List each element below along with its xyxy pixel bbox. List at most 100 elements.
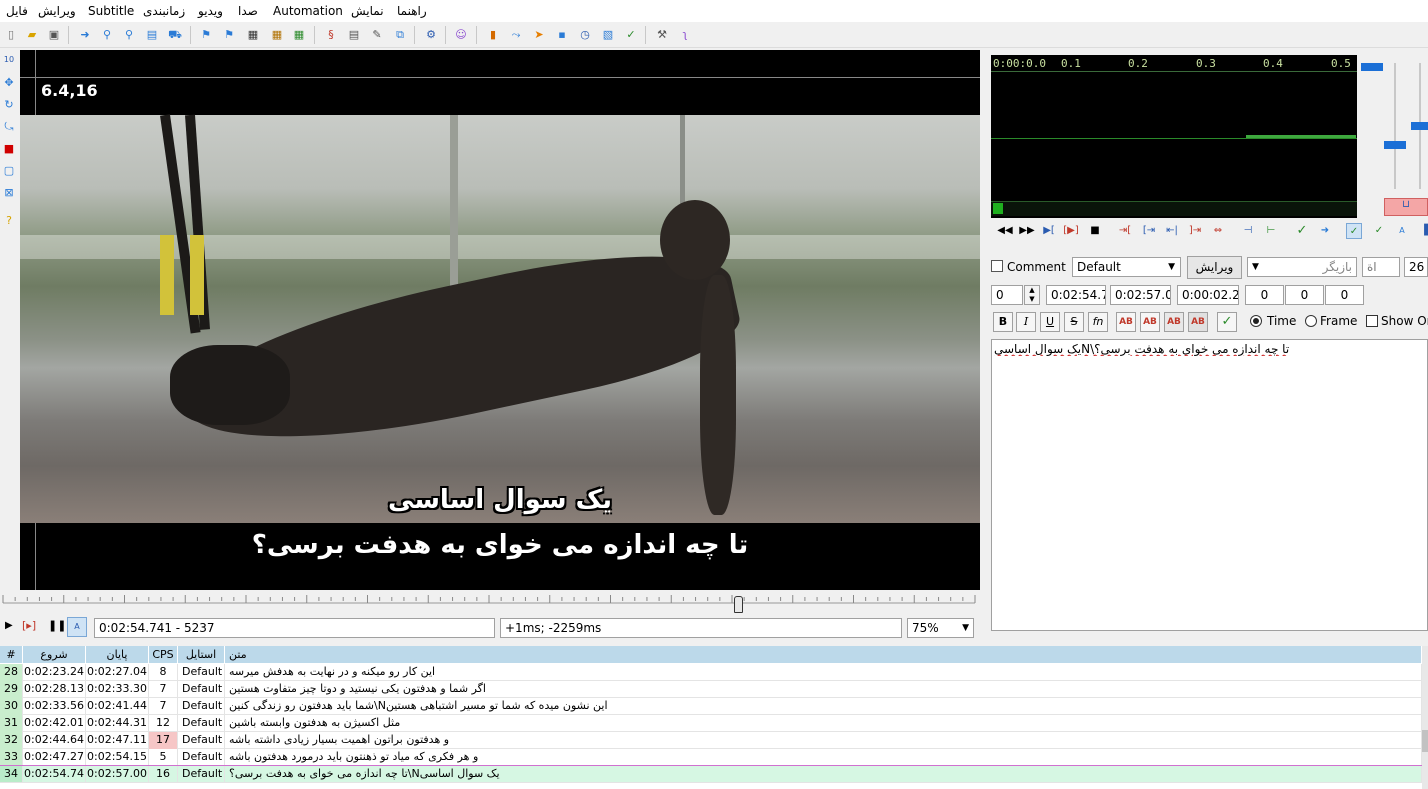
style-select[interactable]: Default ▼ xyxy=(1072,257,1181,277)
video-display[interactable]: 6.4,16 یک سوال اساسی تا چه اندازه می خوا… xyxy=(20,50,980,590)
style-manager-icon[interactable]: ▤ xyxy=(144,27,160,43)
select-icon[interactable]: ▦ xyxy=(245,27,261,43)
seek-thumb[interactable] xyxy=(733,596,743,613)
audio-scrollbar[interactable] xyxy=(991,201,1357,216)
scale-tool-icon[interactable]: ■ xyxy=(1,141,17,157)
subtitle-text-editor[interactable]: تا چه اندازه می خوای به هدفت برسی؟\Nیک س… xyxy=(991,339,1428,631)
menu-edit[interactable]: ویرایش xyxy=(38,4,76,18)
col-header-text[interactable]: متن xyxy=(225,646,1422,663)
bold-button[interactable]: B xyxy=(993,312,1013,332)
commit-check-icon[interactable]: ✓ xyxy=(1217,312,1237,332)
stop-icon[interactable]: ■ xyxy=(1087,223,1103,239)
kanji-timer-icon[interactable]: ⧉ xyxy=(392,27,408,43)
col-header-style[interactable]: استایل xyxy=(178,646,225,663)
play-before-icon[interactable]: ⇥[ xyxy=(1117,223,1133,239)
lead-in-icon[interactable]: ⊣ xyxy=(1240,223,1256,239)
karaoke-icon[interactable]: ☺ xyxy=(453,27,469,43)
find-icon[interactable]: ⚑ xyxy=(221,27,237,43)
menu-audio[interactable]: صدا xyxy=(238,4,258,18)
audio-waveform[interactable]: 0:00:0.0 0.1 0.2 0.3 0.4 0.5 xyxy=(991,55,1357,218)
menu-automation[interactable]: Automation xyxy=(273,4,343,18)
automation-icon[interactable]: ʅ xyxy=(677,27,693,43)
rotate-z-icon[interactable]: ↻ xyxy=(1,97,17,113)
start-time-field[interactable]: 0:02:54.74 xyxy=(1046,285,1106,305)
time-display[interactable]: 0:02:54.741 - 5237 xyxy=(94,618,495,638)
assistant-icon[interactable]: ✎ xyxy=(369,27,385,43)
clock-icon[interactable]: ◷ xyxy=(577,27,593,43)
comment-checkbox[interactable] xyxy=(991,260,1003,272)
shadow-color-button[interactable]: AB xyxy=(1188,312,1208,332)
new-file-icon[interactable]: ▯ xyxy=(3,27,19,43)
commit-icon[interactable]: ✓ xyxy=(1294,223,1310,239)
play-to-end-icon[interactable]: ⇔ xyxy=(1210,223,1226,239)
margin-right-field[interactable]: 0 xyxy=(1285,285,1324,305)
resolution-icon[interactable]: ▧ xyxy=(600,27,616,43)
outline-color-button[interactable]: AB xyxy=(1164,312,1184,332)
font-button[interactable]: fn xyxy=(1088,312,1108,332)
auto-scroll-icon[interactable]: A xyxy=(1394,223,1410,239)
lua-icon[interactable]: ▮ xyxy=(485,27,501,43)
margin-vertical-field[interactable]: 0 xyxy=(1325,285,1364,305)
tools-icon[interactable]: ⚒ xyxy=(654,27,670,43)
help-icon[interactable]: ? xyxy=(1,213,17,229)
auto-scroll-toggle[interactable]: A xyxy=(67,617,87,637)
table-row[interactable]: 33 0:02:47.27 0:02:54.15 5 Default و هر فکری … xyxy=(0,749,1422,766)
fonts-icon[interactable]: ➤ xyxy=(531,27,547,43)
time-radio[interactable] xyxy=(1250,315,1262,327)
margin-left-field[interactable]: 0 xyxy=(1245,285,1284,305)
resample-icon[interactable]: ▦ xyxy=(291,27,307,43)
margin-field[interactable]: 26 xyxy=(1404,257,1428,277)
show-original-checkbox[interactable] xyxy=(1366,315,1378,327)
offset-display[interactable]: +1ms; -2259ms xyxy=(500,618,902,638)
lead-out-icon[interactable]: ⊢ xyxy=(1263,223,1279,239)
standard-tool-icon[interactable]: 10 xyxy=(1,52,17,68)
table-row[interactable]: 29 0:02:28.13 0:02:33.30 7 Default اگر شما و … xyxy=(0,681,1422,698)
menu-timing[interactable]: زمانبندی xyxy=(143,4,185,18)
col-header-number[interactable]: # xyxy=(0,646,23,663)
edit-style-button[interactable]: ویرایش xyxy=(1187,256,1242,279)
shift-times-icon[interactable]: ▦ xyxy=(269,27,285,43)
menu-video[interactable]: ویدیو xyxy=(198,4,223,18)
grid-scroll-thumb[interactable] xyxy=(1422,730,1428,752)
col-header-start[interactable]: شروع xyxy=(23,646,86,663)
zoom-select[interactable]: 75% ▼ xyxy=(907,618,974,638)
effect-select[interactable]: اة xyxy=(1362,257,1400,277)
menu-subtitle[interactable]: Subtitle xyxy=(88,4,134,18)
play-selection-icon[interactable]: ▶[ xyxy=(1041,223,1057,239)
partial-row[interactable] xyxy=(0,782,1422,789)
secondary-color-button[interactable]: AB xyxy=(1140,312,1160,332)
link-sliders-button[interactable]: ⊔ xyxy=(1384,198,1428,216)
auto-commit-toggle[interactable]: ✓ xyxy=(1346,223,1362,239)
volume-slider-thumb[interactable] xyxy=(1384,141,1406,149)
col-header-cps[interactable]: CPS xyxy=(149,646,178,663)
volume-slider-track[interactable] xyxy=(1394,63,1396,189)
options-icon[interactable]: ⚙ xyxy=(423,27,439,43)
end-time-field[interactable]: 0:02:57.00 xyxy=(1110,285,1171,305)
check-icon[interactable]: ✓ xyxy=(623,27,639,43)
primary-color-button[interactable]: AB xyxy=(1116,312,1136,332)
menu-help[interactable]: راهنما xyxy=(397,4,427,18)
play-after-icon[interactable]: ]⇥ xyxy=(1187,223,1203,239)
save-icon[interactable]: ▣ xyxy=(46,27,62,43)
play-icon[interactable]: ▶ xyxy=(5,620,13,631)
layer-field[interactable]: 0 xyxy=(991,285,1023,305)
table-row[interactable]: 32 0:02:44.64 0:02:47.11 17 Default و هدفتون … xyxy=(0,732,1422,749)
spell-check-icon[interactable]: § xyxy=(323,27,339,43)
bookmark-icon[interactable]: ⚑ xyxy=(198,27,214,43)
col-header-end[interactable]: پایان xyxy=(86,646,149,663)
next-line-icon[interactable]: ▶▶ xyxy=(1019,223,1035,239)
pause-icon[interactable]: ❚❚ xyxy=(48,619,66,632)
actor-select[interactable]: بازیگر ▼ xyxy=(1247,257,1357,277)
jump-icon[interactable]: ➜ xyxy=(77,27,93,43)
rotate-xy-icon[interactable]: ⤿ xyxy=(1,119,17,135)
duration-field[interactable]: 0:00:02.26 xyxy=(1177,285,1239,305)
spectrum-icon[interactable]: ▐ xyxy=(1416,223,1428,239)
layer-spinner[interactable]: ▲ ▼ xyxy=(1024,285,1040,305)
settings-icon[interactable]: ▪ xyxy=(554,27,570,43)
menu-view[interactable]: نمایش xyxy=(351,4,384,18)
play-after-start-icon[interactable]: [⇥ xyxy=(1141,223,1157,239)
play-line-icon[interactable]: [▸] xyxy=(22,619,36,632)
go-to-next-icon[interactable]: ➜ xyxy=(1317,223,1333,239)
translate-icon[interactable]: ▤ xyxy=(346,27,362,43)
table-row[interactable]: 34 0:02:54.74 0:02:57.00 16 Default تا چه اند… xyxy=(0,765,1423,784)
